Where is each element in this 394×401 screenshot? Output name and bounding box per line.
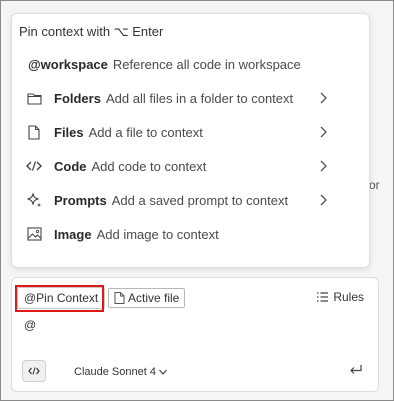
menu-item-code[interactable]: Code Add code to context xyxy=(12,152,369,180)
chevron-right-icon xyxy=(315,124,331,140)
menu-item-desc: Add a file to context xyxy=(88,124,203,140)
menu-item-folders[interactable]: Folders Add all files in a folder to con… xyxy=(12,84,369,112)
window: or Pin context with ⌥ Enter @workspace R… xyxy=(0,0,394,401)
menu-item-image[interactable]: Image Add image to context xyxy=(12,220,369,248)
model-label: Claude Sonnet 4 xyxy=(74,366,156,378)
chevron-right-icon xyxy=(315,158,331,174)
pin-context-button[interactable]: @Pin Context xyxy=(17,287,106,309)
active-file-label: Active file xyxy=(128,291,180,305)
pin-context-label: @Pin Context xyxy=(24,291,99,305)
menu-item-name: Folders xyxy=(54,90,101,106)
code-icon xyxy=(26,158,42,174)
chevron-right-icon xyxy=(315,192,331,208)
menu-item-workspace[interactable]: @workspace Reference all code in workspa… xyxy=(12,50,369,78)
chevron-right-icon xyxy=(315,90,331,106)
sparkle-icon xyxy=(26,192,42,208)
menu-item-name: @workspace xyxy=(28,56,108,72)
enter-icon[interactable] xyxy=(348,362,364,378)
menu-item-desc: Reference all code in workspace xyxy=(112,56,301,72)
background-text: or xyxy=(369,178,380,192)
rules-label: Rules xyxy=(333,290,364,304)
rules-button[interactable]: Rules xyxy=(316,290,364,304)
list-icon xyxy=(317,292,329,302)
menu-item-prompts[interactable]: Prompts Add a saved prompt to context xyxy=(12,186,369,214)
menu-item-desc: Add a saved prompt to context xyxy=(111,192,289,208)
code-icon xyxy=(28,367,40,375)
chat-input[interactable]: @ xyxy=(24,318,36,332)
menu-item-name: Image xyxy=(54,226,92,242)
chat-composer: @Pin Context Active file Rules @ Claude … xyxy=(11,277,379,392)
active-file-chip[interactable]: Active file xyxy=(108,288,186,308)
folder-icon xyxy=(26,90,42,106)
menu-item-name: Files xyxy=(54,124,84,140)
menu-item-name: Prompts xyxy=(54,192,107,208)
chevron-down-icon xyxy=(159,369,167,375)
menu-item-files[interactable]: Files Add a file to context xyxy=(12,118,369,146)
context-menu-header: Pin context with ⌥ Enter xyxy=(19,24,164,39)
context-menu: Pin context with ⌥ Enter @workspace Refe… xyxy=(11,13,370,268)
menu-item-desc: Add code to context xyxy=(91,158,207,174)
menu-item-name: Code xyxy=(54,158,87,174)
image-icon xyxy=(26,226,42,242)
model-selector[interactable]: Claude Sonnet 4 xyxy=(74,366,168,378)
file-icon xyxy=(114,292,125,304)
menu-item-desc: Add image to context xyxy=(96,226,219,242)
menu-item-desc: Add all files in a folder to context xyxy=(105,90,294,106)
file-icon xyxy=(26,124,42,140)
code-mode-button[interactable] xyxy=(22,360,46,382)
